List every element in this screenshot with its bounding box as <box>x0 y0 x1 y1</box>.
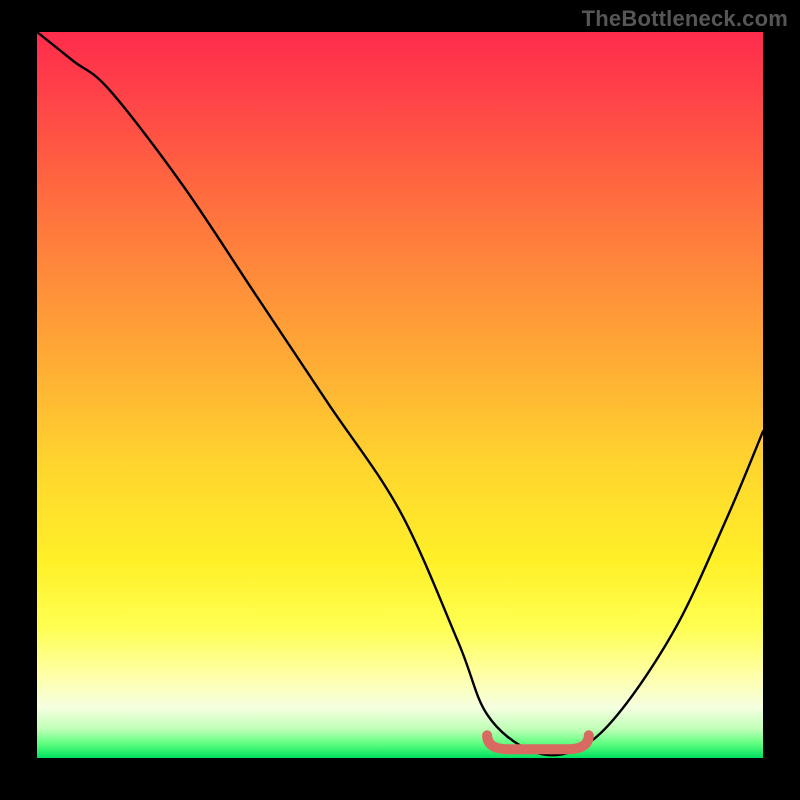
bottleneck-curve-path <box>37 32 763 755</box>
gradient-plot-area <box>37 32 763 758</box>
watermark-text: TheBottleneck.com <box>582 6 788 32</box>
trough-highlight <box>487 735 589 749</box>
bottleneck-chart <box>37 32 763 758</box>
